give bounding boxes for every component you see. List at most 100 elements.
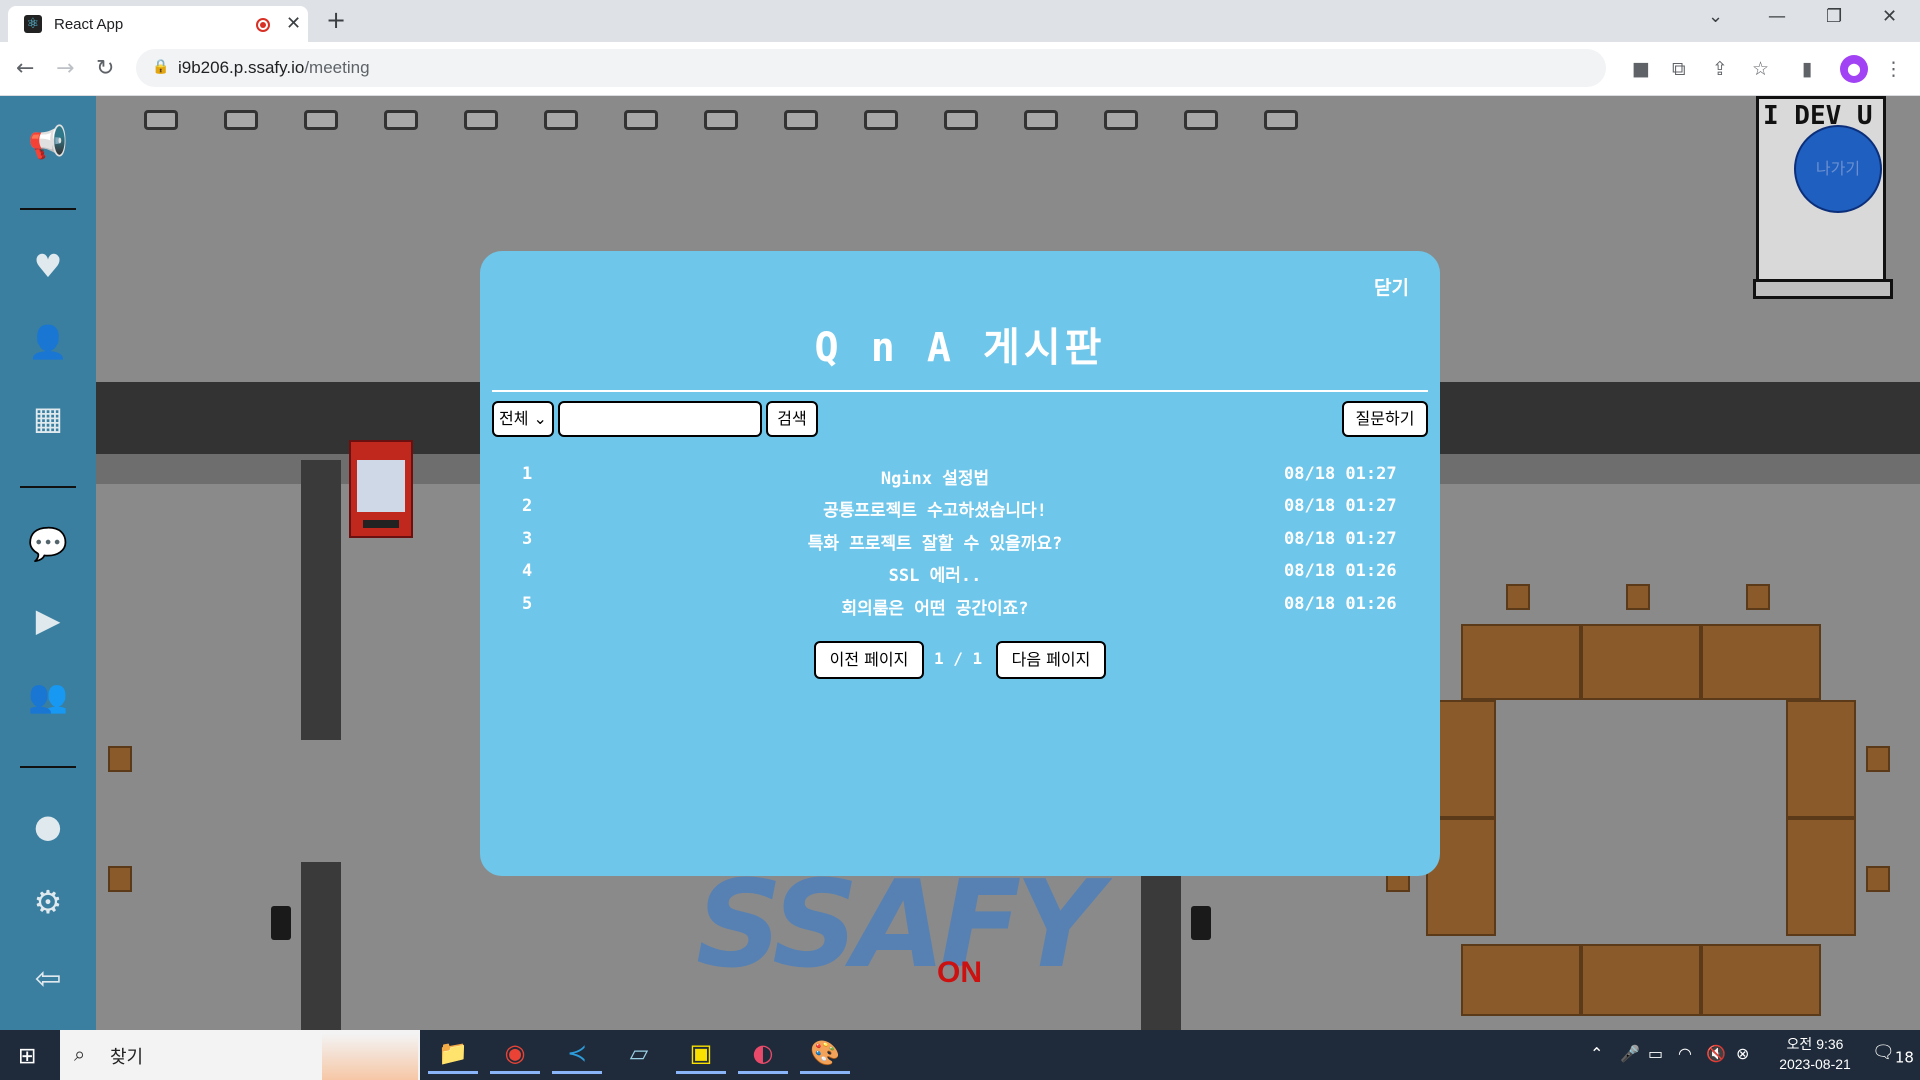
window-close-button[interactable]: ✕ [1882,6,1897,27]
megaphone-icon[interactable]: 📢 [28,122,68,162]
question-title[interactable]: 공통프로젝트 수고하셨습니다! [660,496,1210,521]
search-highlight-image [322,1034,418,1080]
address-toolbar: ← → ↻ 🔒 i9b206.p.ssafy.io/meeting ■ ⧉ ⇪ … [0,42,1920,96]
taskbar-search-box[interactable]: ⌕ 찾기 [60,1030,420,1080]
chrome-icon[interactable]: ◉ [490,1036,540,1074]
address-bar[interactable]: 🔒 i9b206.p.ssafy.io/meeting [136,49,1606,87]
reload-icon[interactable]: ↻ [96,56,114,81]
question-row[interactable]: 1 Nginx 설정법 08/18 01:27 [480,460,1440,490]
desk-chair [1184,110,1218,130]
minimize-button[interactable]: — [1768,6,1786,27]
previous-page-button[interactable]: 이전 페이지 [814,641,924,679]
modal-title: Q n A 게시판 [814,325,1106,371]
browser-tab-strip: ⚛ React App ✕ + ⌄ — ❐ ✕ [0,0,1920,42]
on-label: ON [937,956,982,989]
question-date: 08/18 01:27 [1284,529,1397,549]
profile-icon[interactable]: ● [28,806,68,846]
back-arrow-icon[interactable]: ← [16,56,34,81]
next-page-button[interactable]: 다음 페이지 [996,641,1106,679]
url-text[interactable]: i9b206.p.ssafy.io/meeting [178,58,370,78]
browser-tab[interactable]: ⚛ React App ✕ [8,6,308,42]
desk-chair [224,110,258,130]
filter-select[interactable]: 전체 ⌄ [492,401,554,437]
browser-menu-icon[interactable]: ⋮ [1884,58,1903,80]
question-date: 08/18 01:26 [1284,561,1397,581]
camera-icon[interactable]: ■ [1632,58,1650,80]
question-title[interactable]: Nginx 설정법 [660,464,1210,489]
ask-question-button[interactable]: 질문하기 [1342,401,1428,437]
tab-search-chevron-icon[interactable]: ⌄ [1708,6,1723,27]
new-tab-button[interactable]: + [326,6,346,34]
heart-arrow-icon[interactable]: ♥ [28,246,68,286]
add-friend-icon[interactable]: 👤 [28,322,68,362]
question-row[interactable]: 5 회의룸은 어떤 공간이죠? 08/18 01:26 [480,590,1440,620]
windows-start-icon[interactable]: ⊞ [18,1044,36,1069]
recorder-app-icon[interactable]: ◐ [738,1036,788,1074]
logout-icon[interactable]: ⇦ [28,958,68,998]
question-number: 4 [522,561,533,581]
bookmark-star-icon[interactable]: ☆ [1752,58,1769,80]
modal-close-button[interactable]: 닫기 [1374,273,1409,300]
tab-close-icon[interactable]: ✕ [286,13,301,34]
microphone-icon[interactable]: 🎤 [1620,1044,1640,1063]
notes-app-icon[interactable]: ▱ [614,1036,664,1074]
page-indicator: 1 / 1 [934,649,983,668]
speaker-muted-icon[interactable]: 🔇 [1706,1044,1726,1063]
forward-arrow-icon[interactable]: → [56,56,74,81]
desk-chair [944,110,978,130]
question-row[interactable]: 2 공통프로젝트 수고하셨습니다! 08/18 01:27 [480,492,1440,522]
search-icon: ⌕ [74,1042,86,1066]
group-icon[interactable]: 👥 [28,676,68,716]
notification-center-icon[interactable]: 🗨18 [1872,1042,1914,1067]
desk-chair [704,110,738,130]
sidebar-divider [20,766,76,768]
kakaotalk-icon[interactable]: ▣ [676,1036,726,1074]
screen-share-icon[interactable]: ▶ [28,600,68,640]
desk-chair [784,110,818,130]
system-clock[interactable]: 오전 9:36 2023-08-21 [1770,1034,1860,1074]
question-date: 08/18 01:26 [1284,594,1397,614]
close-circle-icon[interactable]: ⊗ [1736,1044,1749,1063]
desk-chair [544,110,578,130]
side-panel-icon[interactable]: ▮ [1802,58,1812,80]
search-button[interactable]: 검색 [766,401,818,437]
share-icon[interactable]: ⇪ [1712,58,1728,80]
meeting-table [1581,624,1701,700]
question-row[interactable]: 3 특화 프로젝트 잘할 수 있을까요? 08/18 01:27 [480,525,1440,555]
question-title[interactable]: 회의룸은 어떤 공간이죠? [660,594,1210,619]
chat-icon[interactable]: 💬 [28,524,68,564]
meeting-table [1786,818,1856,936]
recording-indicator-icon [256,18,270,32]
file-explorer-icon[interactable]: 📁 [428,1036,478,1074]
wifi-icon[interactable]: ◠ [1678,1044,1692,1063]
question-date: 08/18 01:27 [1284,464,1397,484]
question-number: 2 [522,496,533,516]
wooden-chair [1746,584,1770,610]
lock-icon[interactable]: 🔒 [152,59,169,75]
open-external-icon[interactable]: ⧉ [1672,58,1686,80]
question-number: 1 [522,464,533,484]
desk-chair [384,110,418,130]
windows-taskbar: ⊞ ⌕ 찾기 📁 ◉ ≺ ▱ ▣ ◐ 🎨 ⌃ 🎤 ▭ ◠ 🔇 ⊗ 오전 9:36… [0,1030,1920,1080]
search-input[interactable] [558,401,762,437]
wooden-chair [1626,584,1650,610]
battery-icon[interactable]: ▭ [1648,1044,1663,1063]
vscode-icon[interactable]: ≺ [552,1036,602,1074]
settings-gear-icon[interactable]: ⚙ [28,882,68,922]
question-row[interactable]: 4 SSL 에러.. 08/18 01:26 [480,557,1440,587]
exit-button[interactable]: 나가기 [1794,125,1882,213]
question-number: 5 [522,594,533,614]
profile-avatar[interactable]: ● [1840,55,1868,83]
tray-overflow-chevron-icon[interactable]: ⌃ [1590,1044,1603,1063]
sidebar: 📢 ♥ 👤 ▦ 💬 ▶ 👥 ● ⚙ ⇦ [0,96,96,1030]
meeting-table [1701,944,1821,1016]
pillar [301,460,341,740]
restore-button[interactable]: ❐ [1826,6,1842,27]
meeting-table [1701,624,1821,700]
question-title[interactable]: 특화 프로젝트 잘할 수 있을까요? [660,529,1210,554]
board-icon[interactable]: ▦ [28,398,68,438]
desk-chair [1264,110,1298,130]
question-title[interactable]: SSL 에러.. [660,561,1210,586]
paint-app-icon[interactable]: 🎨 [800,1036,850,1074]
wooden-chair [1506,584,1530,610]
